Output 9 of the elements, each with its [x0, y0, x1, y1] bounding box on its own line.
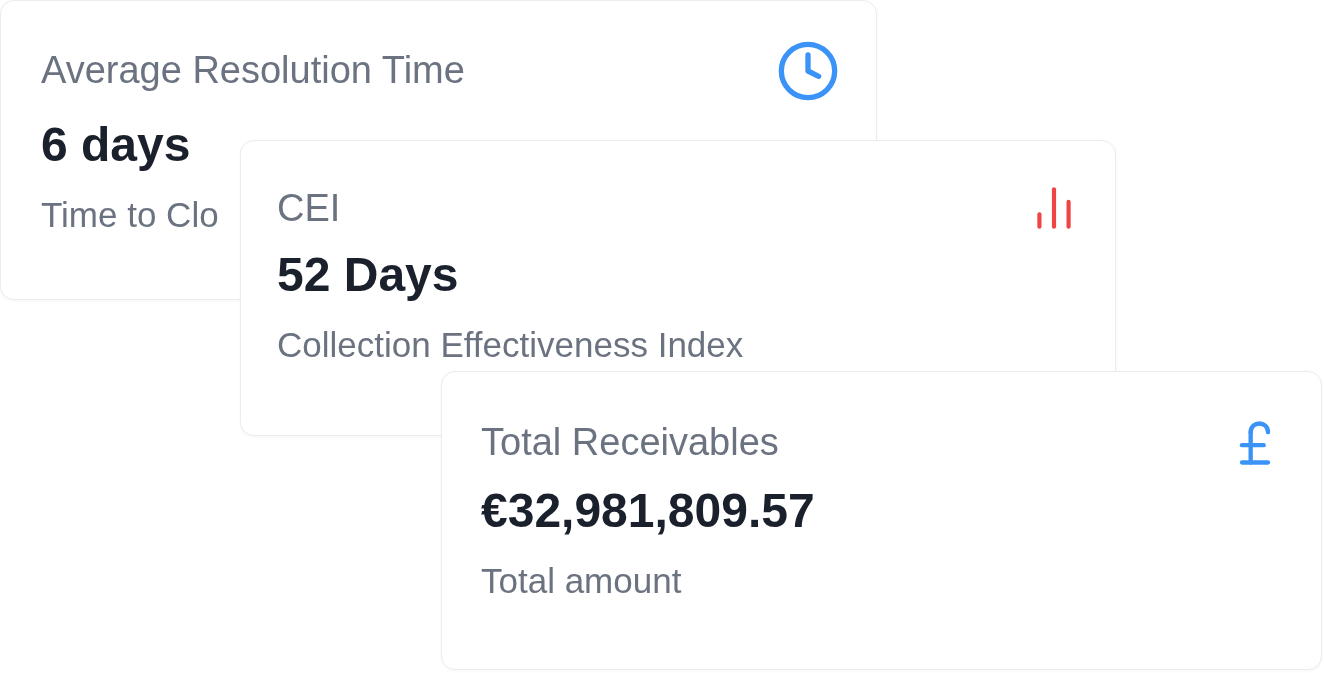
- card-subtitle: Total amount: [481, 560, 682, 602]
- card-title: Total Receivables: [481, 420, 779, 465]
- card-value: 6 days: [41, 117, 191, 173]
- card-title: Average Resolution Time: [41, 48, 465, 93]
- card-value: 52 Days: [277, 247, 459, 303]
- card-subtitle: Time to Clo: [41, 194, 219, 236]
- card-subtitle: Collection Effectiveness Index: [277, 324, 744, 366]
- card-value: €32,981,809.57: [481, 483, 815, 539]
- card-title: CEI: [277, 186, 341, 231]
